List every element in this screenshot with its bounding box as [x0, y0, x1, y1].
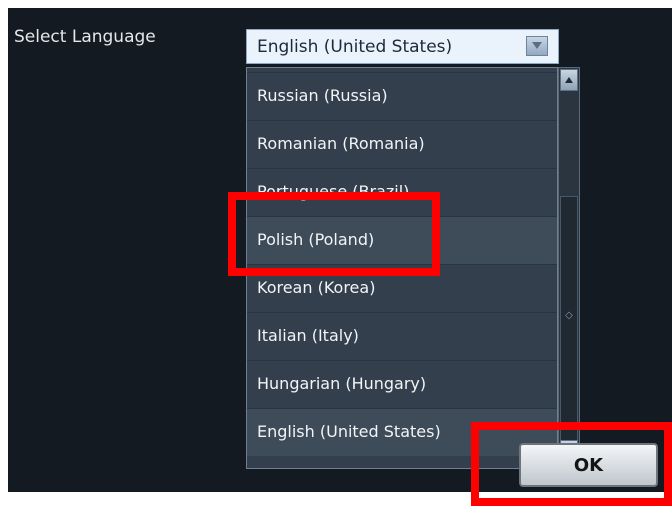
- highlight-box-polish: [228, 192, 440, 276]
- list-scrollbar[interactable]: ◇: [558, 67, 580, 462]
- list-item-label: Russian (Russia): [257, 86, 388, 105]
- grip-icon: ◇: [565, 310, 573, 321]
- list-item[interactable]: Hungarian (Hungary): [247, 360, 557, 408]
- arrow-up-icon[interactable]: [560, 69, 578, 91]
- list-item[interactable]: Russian (Russia): [247, 72, 557, 120]
- list-item-label: Romanian (Romania): [257, 134, 425, 153]
- list-item-label: Italian (Italy): [257, 326, 359, 345]
- list-item[interactable]: Romanian (Romania): [247, 120, 557, 168]
- select-language-label: Select Language: [14, 27, 156, 47]
- scrollbar-thumb[interactable]: ◇: [560, 196, 578, 443]
- list-item-label: English (United States): [257, 422, 441, 441]
- chevron-down-icon[interactable]: [526, 36, 548, 56]
- highlight-box-ok: [471, 422, 672, 506]
- language-dropdown[interactable]: English (United States): [246, 29, 559, 64]
- list-item-label: Korean (Korea): [257, 278, 376, 297]
- dropdown-selected-value: English (United States): [257, 37, 453, 57]
- list-item-label: Hungarian (Hungary): [257, 374, 427, 393]
- list-item[interactable]: Italian (Italy): [247, 312, 557, 360]
